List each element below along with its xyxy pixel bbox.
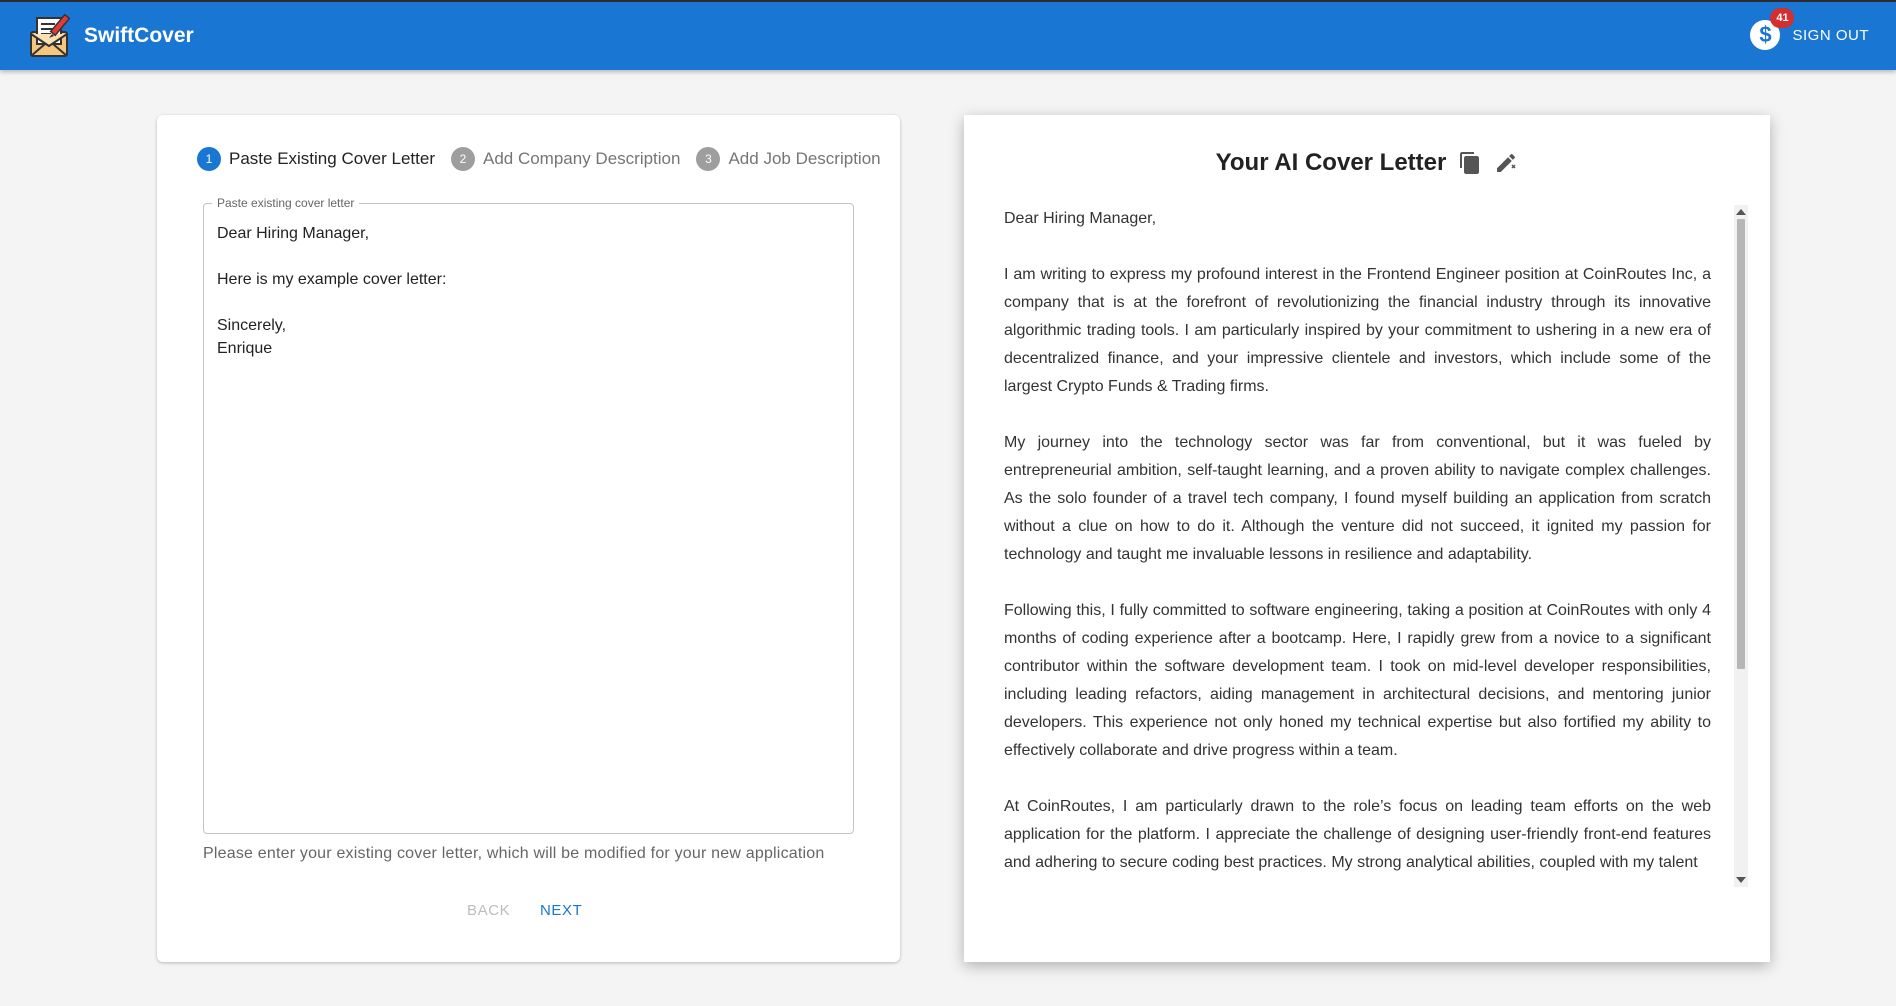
step-number: 2 bbox=[450, 147, 475, 171]
letter-paragraph: Dear Hiring Manager, bbox=[1004, 210, 1157, 227]
app-name: SwiftCover bbox=[84, 24, 194, 47]
envelope-pencil-logo-icon bbox=[30, 13, 71, 57]
letter-paragraph: My journey into the technology sector wa… bbox=[1004, 434, 1711, 563]
cover-letter-textarea[interactable]: Dear Hiring Manager, Here is my example … bbox=[217, 222, 840, 360]
app-bar: SwiftCover $ 41 SIGN OUT bbox=[0, 0, 1896, 70]
next-button[interactable]: NEXT bbox=[540, 902, 582, 919]
cover-letter-field[interactable]: Paste existing cover letter Dear Hiring … bbox=[203, 196, 854, 834]
letter-paragraph: Following this, I fully committed to sof… bbox=[1004, 602, 1711, 759]
letter-paragraph: At CoinRoutes, I am particularly drawn t… bbox=[1004, 798, 1711, 871]
brand[interactable]: SwiftCover bbox=[27, 12, 194, 60]
dollar-coin-icon[interactable]: $ 41 bbox=[1750, 8, 1795, 50]
stepper: 1 Paste Existing Cover Letter 2 Add Comp… bbox=[197, 147, 897, 171]
scroll-thumb[interactable] bbox=[1737, 219, 1745, 669]
sign-out-button[interactable]: SIGN OUT bbox=[1792, 27, 1869, 44]
helper-text: Please enter your existing cover letter,… bbox=[203, 845, 825, 862]
scroll-down-arrow-icon[interactable] bbox=[1736, 877, 1746, 883]
generated-letter: Dear Hiring Manager, I am writing to exp… bbox=[1004, 205, 1711, 877]
back-button[interactable]: BACK bbox=[467, 902, 510, 919]
field-legend: Paste existing cover letter bbox=[212, 196, 360, 210]
step-company-description[interactable]: 2 Add Company Description bbox=[450, 147, 681, 171]
step-label: Add Job Description bbox=[728, 149, 881, 168]
result-card: Your AI Cover Letter Dear Hiring Manager… bbox=[964, 115, 1770, 962]
step-label: Paste Existing Cover Letter bbox=[229, 149, 435, 168]
result-header: Your AI Cover Letter bbox=[964, 149, 1770, 177]
letter-paragraph: I am writing to express my profound inte… bbox=[1004, 266, 1711, 395]
step-number: 3 bbox=[696, 147, 721, 171]
result-title: Your AI Cover Letter bbox=[1215, 149, 1447, 176]
letter-scroll-area[interactable]: Dear Hiring Manager, I am writing to exp… bbox=[1004, 205, 1711, 887]
input-card: 1 Paste Existing Cover Letter 2 Add Comp… bbox=[157, 115, 900, 962]
edit-pencil-icon[interactable] bbox=[1494, 151, 1518, 175]
scrollbar[interactable] bbox=[1734, 205, 1748, 887]
copy-icon[interactable] bbox=[1458, 151, 1482, 175]
step-number: 1 bbox=[197, 147, 221, 171]
scroll-up-arrow-icon[interactable] bbox=[1736, 209, 1746, 215]
step-job-description[interactable]: 3 Add Job Description bbox=[696, 147, 881, 171]
step-paste-cover-letter[interactable]: 1 Paste Existing Cover Letter bbox=[197, 147, 435, 171]
step-label: Add Company Description bbox=[482, 149, 681, 168]
account-menu[interactable]: $ 41 SIGN OUT bbox=[1750, 8, 1869, 50]
credits-badge: 41 bbox=[1770, 8, 1795, 28]
